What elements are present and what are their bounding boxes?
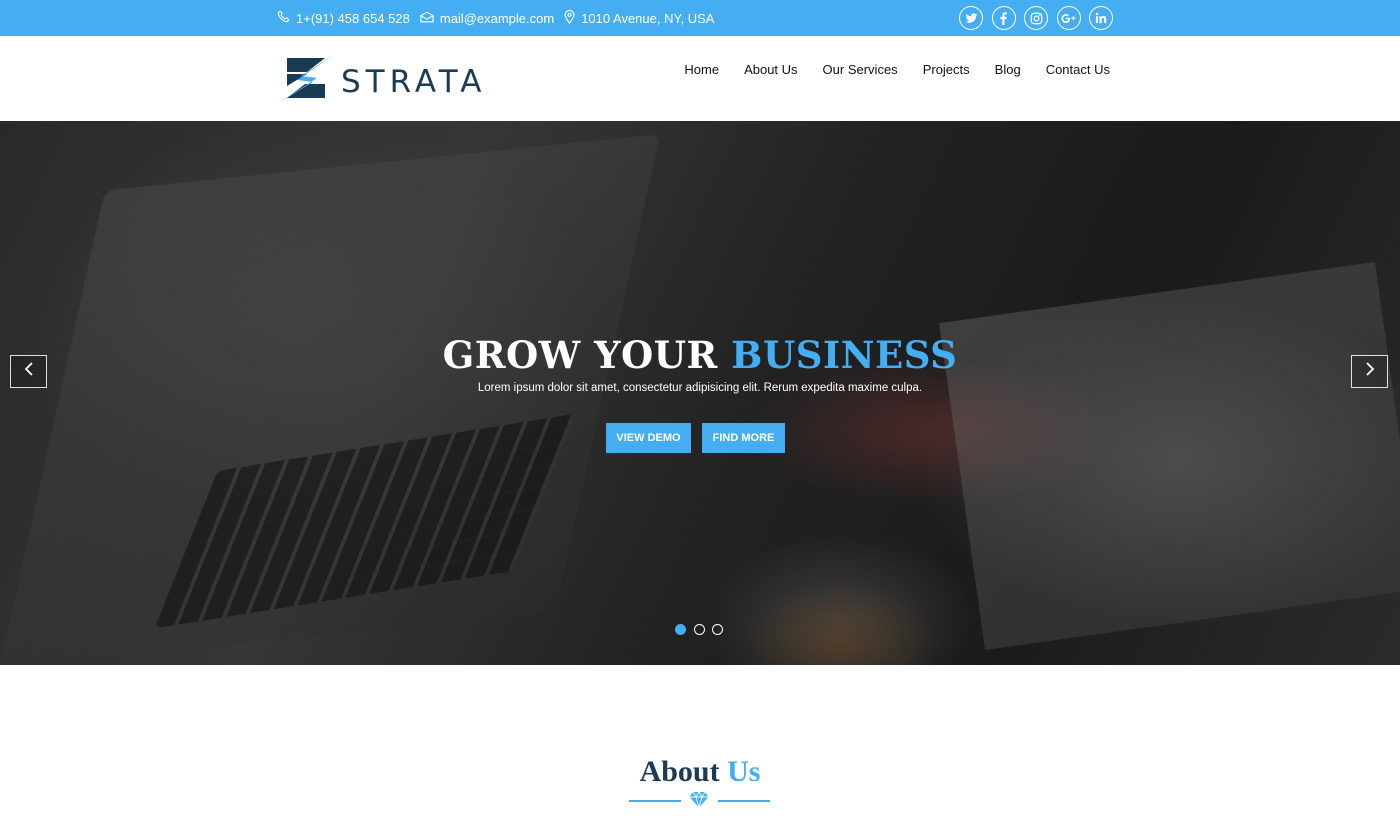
nav-our-services[interactable]: Our Services [823,62,898,77]
address-item: 1010 Avenue, NY, USA [564,9,715,27]
find-more-button[interactable]: FIND MORE [702,423,785,453]
map-pin-icon [564,9,581,27]
linkedin-icon[interactable] [1089,6,1113,30]
hero-buttons: VIEW DEMO FIND MORE [606,423,785,453]
nav-about-us[interactable]: About Us [744,62,797,77]
nav-blog[interactable]: Blog [995,62,1021,77]
phone-text: 1+(91) 458 654 528 [296,10,410,26]
social-links [951,6,1113,30]
nav-contact-us[interactable]: Contact Us [1046,62,1110,77]
twitter-icon[interactable] [959,6,983,30]
envelope-icon [420,11,440,26]
about-section-title: About Us [0,755,1400,789]
email-item[interactable]: mail@example.com [420,11,554,26]
phone-icon [277,10,296,26]
hero-title-accent: BUSINESS [731,333,958,377]
instagram-icon[interactable] [1024,6,1048,30]
nav-home[interactable]: Home [684,62,719,77]
chevron-left-icon [24,362,34,381]
divider-line-left [629,800,681,802]
nav-projects[interactable]: Projects [923,62,970,77]
hero-slider: GROW YOUR BUSINESS Lorem ipsum dolor sit… [0,121,1400,665]
slider-dot-3[interactable] [712,624,723,635]
slider-prev-button[interactable] [10,355,47,388]
logo[interactable]: STRATA [277,54,486,109]
hero-subtitle: Lorem ipsum dolor sit amet, consectetur … [477,382,923,394]
facebook-icon[interactable] [991,6,1016,30]
phone-item[interactable]: 1+(91) 458 654 528 [277,10,410,26]
logo-text: STRATA [341,63,487,100]
slider-dot-1[interactable] [675,624,686,635]
slider-next-button[interactable] [1351,355,1388,388]
about-title-accent: Us [727,755,761,788]
view-demo-button[interactable]: VIEW DEMO [606,423,691,453]
chevron-right-icon [1365,362,1375,381]
slider-dot-2[interactable] [693,624,705,635]
slider-dots [675,624,731,635]
google-plus-icon[interactable] [1056,6,1081,30]
strata-logo-mark-icon [277,54,335,109]
address-text: 1010 Avenue, NY, USA [581,10,715,26]
main-nav: Home About Us Our Services Projects Blog… [659,62,1110,77]
hero-title: GROW YOUR BUSINESS [0,333,1400,377]
section-divider [629,791,770,810]
hero-title-main: GROW YOUR [442,333,732,377]
diamond-icon [689,791,709,813]
site-header: STRATA Home About Us Our Services Projec… [0,36,1400,121]
divider-line-right [718,800,770,802]
contact-info: 1+(91) 458 654 528 mail@example.com 1010… [277,0,724,36]
about-title-main: About [639,755,728,788]
email-text: mail@example.com [439,10,555,26]
top-bar: 1+(91) 458 654 528 mail@example.com 1010… [0,0,1400,36]
